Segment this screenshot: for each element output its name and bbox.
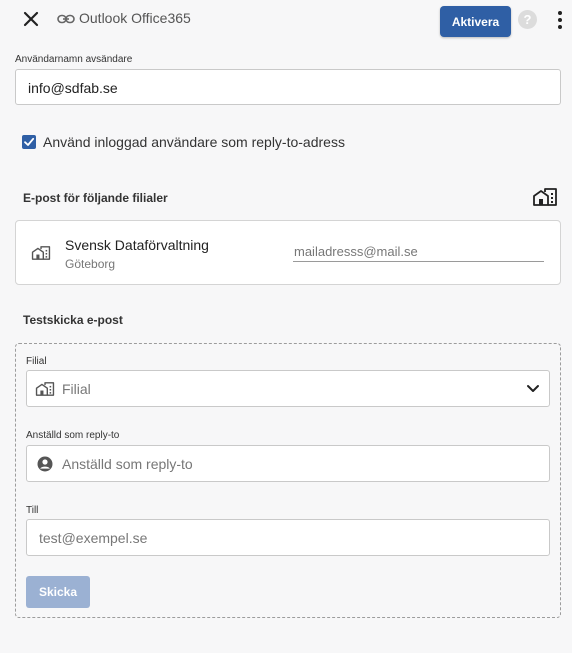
reply-to-checkbox[interactable] bbox=[22, 135, 36, 149]
more-vertical-icon[interactable] bbox=[552, 10, 568, 30]
link-icon bbox=[57, 11, 75, 27]
close-icon bbox=[23, 11, 39, 27]
employee-label: Anställd som reply-to bbox=[26, 430, 120, 441]
employee-placeholder: Anställd som reply-to bbox=[62, 456, 193, 472]
help-icon[interactable]: ? bbox=[518, 10, 537, 29]
to-placeholder: test@exempel.se bbox=[39, 530, 148, 546]
branches-title: E-post för följande filialer bbox=[23, 191, 168, 205]
send-button[interactable]: Skicka bbox=[26, 576, 90, 608]
chevron-down-icon bbox=[525, 383, 541, 395]
user-circle-icon bbox=[37, 456, 53, 472]
close-button[interactable] bbox=[18, 8, 44, 30]
reply-to-checkbox-label[interactable]: Använd inloggad användare som reply-to-a… bbox=[43, 134, 345, 150]
sender-input-value: info@sdfab.se bbox=[28, 80, 118, 96]
check-icon bbox=[24, 137, 35, 146]
activate-button[interactable]: Aktivera bbox=[440, 6, 511, 37]
branch-select[interactable]: Filial bbox=[26, 370, 550, 407]
employee-input[interactable]: Anställd som reply-to bbox=[26, 445, 550, 482]
branch-email-input[interactable]: mailadresss@mail.se bbox=[294, 244, 418, 259]
page-title: Outlook Office365 bbox=[79, 10, 191, 26]
branch-select-placeholder: Filial bbox=[62, 381, 91, 397]
branch-name: Svensk Dataförvaltning bbox=[65, 237, 209, 253]
building-icon[interactable] bbox=[532, 187, 558, 207]
to-input[interactable]: test@exempel.se bbox=[26, 519, 550, 556]
sender-input[interactable]: info@sdfab.se bbox=[15, 69, 561, 105]
branch-city: Göteborg bbox=[65, 257, 116, 271]
branch-email-underline bbox=[293, 261, 544, 262]
to-label: Till bbox=[26, 505, 39, 516]
branch-select-label: Filial bbox=[26, 356, 47, 367]
building-icon bbox=[31, 245, 51, 261]
sender-label: Användarnamn avsändare bbox=[15, 54, 133, 65]
test-send-title: Testskicka e-post bbox=[23, 313, 123, 327]
building-icon bbox=[35, 381, 55, 397]
